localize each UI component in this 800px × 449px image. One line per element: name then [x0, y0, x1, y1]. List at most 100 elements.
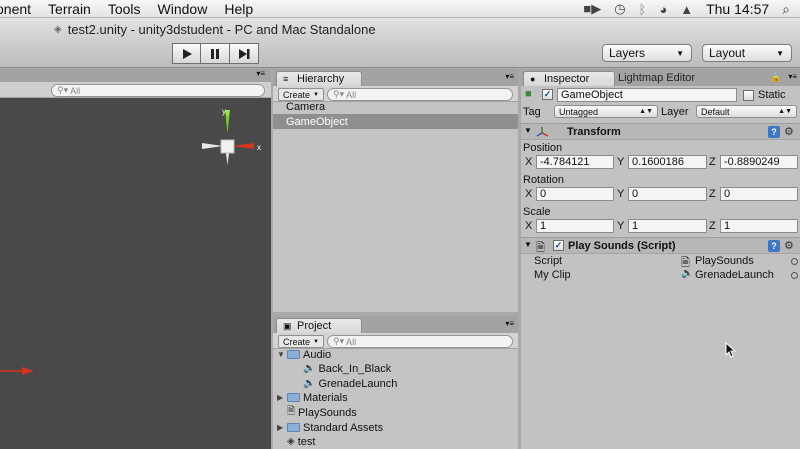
volume-icon[interactable]: ▲	[680, 2, 693, 17]
project-item-label: GrenadeLaunch	[318, 377, 398, 390]
project-tab-label: Project	[297, 320, 332, 332]
gear-icon[interactable]: ⚙	[784, 239, 794, 252]
rotation-z-field[interactable]: 0	[720, 187, 798, 201]
project-item-audio[interactable]: ▼ Audio	[277, 347, 331, 362]
position-y-field[interactable]: 0.1600186	[628, 155, 707, 169]
scene-x-axis-handle[interactable]	[0, 365, 40, 377]
scale-z-field[interactable]: 1	[720, 219, 798, 233]
collapsed-triangle-icon[interactable]: ▶	[277, 423, 287, 432]
panel-menu-icon[interactable]: ▾≡	[505, 72, 514, 81]
tab-hierarchy[interactable]: ≡ Hierarchy	[276, 71, 362, 86]
gameobject-name-field[interactable]: GameObject	[557, 88, 737, 102]
gizmo-center-cube[interactable]	[220, 139, 235, 154]
hierarchy-panel: ≡ Hierarchy ▾≡ Create ▼ ⚲▾ All Camera Ga…	[273, 69, 518, 312]
layout-dropdown[interactable]: Layout ▼	[702, 44, 792, 62]
spotlight-search-icon[interactable]: ⌕	[782, 1, 790, 18]
static-label: Static	[758, 89, 786, 101]
layer-label: Layer	[661, 106, 689, 118]
my-clip-value[interactable]: GrenadeLaunch	[695, 269, 774, 281]
mouse-cursor-icon	[725, 342, 737, 358]
static-checkbox[interactable]	[743, 90, 754, 101]
panel-menu-icon[interactable]: ▾≡	[505, 319, 514, 328]
scene-view[interactable]: ▾≡ ⚲▾ All y x	[0, 69, 271, 449]
transform-header[interactable]: ▼ Transform ? ⚙	[521, 123, 800, 140]
play-button[interactable]	[172, 43, 201, 64]
search-icon: ⚲▾	[333, 336, 345, 346]
gizmo-x-cone[interactable]	[233, 143, 254, 149]
project-item-standard-assets[interactable]: ▶ Standard Assets	[277, 420, 383, 435]
panel-menu-icon[interactable]: ▾≡	[788, 72, 797, 81]
rotation-y-field[interactable]: 0	[628, 187, 707, 201]
layer-dropdown[interactable]: Default ▲▼	[696, 105, 797, 118]
scene-search-input[interactable]: ⚲▾ All	[51, 84, 265, 97]
play-sounds-header[interactable]: ▼ 🗎 ✓ Play Sounds (Script) ? ⚙	[521, 237, 800, 254]
unity-scene-icon: ◈	[287, 436, 295, 447]
tag-dropdown-value: Untagged	[559, 106, 599, 117]
hierarchy-item-gameobject[interactable]: GameObject	[273, 114, 518, 129]
folder-icon	[287, 423, 300, 432]
tab-inspector[interactable]: ● Inspector	[523, 71, 615, 86]
script-value[interactable]: PlaySounds	[695, 255, 754, 267]
layers-dropdown[interactable]: Layers ▼	[602, 44, 692, 62]
position-y-label: Y	[617, 156, 625, 168]
gear-icon[interactable]: ⚙	[784, 125, 794, 138]
hierarchy-item-camera[interactable]: Camera	[273, 99, 518, 114]
rotation-x-field[interactable]: 0	[536, 187, 614, 201]
time-machine-icon[interactable]: ◷	[614, 1, 625, 17]
rotation-x-label: X	[525, 188, 533, 200]
pause-button[interactable]	[201, 43, 230, 64]
panel-menu-icon[interactable]: ▾≡	[256, 69, 265, 78]
video-camera-icon[interactable]: ■▶	[583, 1, 601, 17]
project-item-label: PlaySounds	[298, 406, 357, 419]
scale-x-field[interactable]: 1	[536, 219, 614, 233]
position-label: Position	[523, 142, 563, 154]
menu-component[interactable]: onent	[0, 1, 31, 17]
position-z-field[interactable]: -0.8890249	[720, 155, 798, 169]
component-enabled-checkbox[interactable]: ✓	[553, 240, 564, 251]
menu-terrain[interactable]: Terrain	[48, 1, 91, 17]
object-picker-icon[interactable]	[791, 258, 798, 265]
project-item-back-in-black[interactable]: 🔈 Back_In_Black	[303, 361, 391, 376]
project-search-placeholder: All	[346, 336, 357, 347]
tab-lightmap-editor[interactable]: Lightmap Editor	[618, 72, 695, 84]
step-button[interactable]	[230, 43, 259, 64]
tag-dropdown[interactable]: Untagged ▲▼	[554, 105, 658, 118]
list-icon: ≡	[283, 74, 289, 84]
project-item-playsounds[interactable]: 🗎 PlaySounds	[287, 405, 357, 420]
hierarchy-create-label: Create	[283, 89, 311, 100]
project-item-materials[interactable]: ▶ Materials	[277, 390, 348, 405]
my-clip-label: My Clip	[534, 269, 571, 281]
menubar-clock[interactable]: Thu 14:57	[706, 1, 769, 17]
rotation-y-value: 0	[632, 188, 639, 200]
menu-tools[interactable]: Tools	[108, 1, 141, 17]
wifi-icon[interactable]: ◕	[659, 2, 667, 17]
window-titlebar: ◈ test2.unity - unity3dstudent - PC and …	[0, 18, 800, 40]
gameobject-name-value: GameObject	[561, 89, 623, 101]
position-x-field[interactable]: -4.784121	[536, 155, 614, 169]
help-book-icon[interactable]: ?	[768, 240, 780, 252]
collapsed-triangle-icon[interactable]: ▶	[277, 393, 287, 402]
scale-y-field[interactable]: 1	[628, 219, 707, 233]
position-z-value: -0.8890249	[724, 156, 780, 168]
gizmo-neg-x-cone[interactable]	[202, 143, 223, 149]
project-item-grenadelaunch[interactable]: 🔈 GrenadeLaunch	[303, 376, 397, 391]
expanded-triangle-icon[interactable]: ▼	[277, 350, 287, 359]
expanded-triangle-icon[interactable]: ▼	[524, 126, 532, 135]
project-item-test[interactable]: ◈ test	[287, 434, 315, 449]
gameobject-active-checkbox[interactable]: ✓	[542, 89, 553, 100]
project-search-input[interactable]: ⚲▾ All	[327, 335, 513, 348]
expanded-triangle-icon[interactable]: ▼	[524, 240, 532, 249]
menu-window[interactable]: Window	[158, 1, 208, 17]
scene-search-placeholder: All	[70, 85, 81, 96]
folder-icon: ▣	[283, 320, 292, 331]
tab-project[interactable]: ▣ Project	[276, 318, 362, 333]
object-picker-icon[interactable]	[791, 272, 798, 279]
menu-help[interactable]: Help	[224, 1, 253, 17]
scene-orientation-gizmo[interactable]: y x	[196, 105, 266, 175]
gameobject-cube-icon: ■	[525, 88, 532, 100]
lock-icon[interactable]: 🔒	[771, 72, 782, 83]
project-item-label: Standard Assets	[303, 421, 384, 434]
help-book-icon[interactable]: ?	[768, 126, 780, 138]
bluetooth-icon[interactable]: ᛒ	[639, 2, 647, 17]
chevron-updown-icon: ▲▼	[639, 108, 653, 115]
